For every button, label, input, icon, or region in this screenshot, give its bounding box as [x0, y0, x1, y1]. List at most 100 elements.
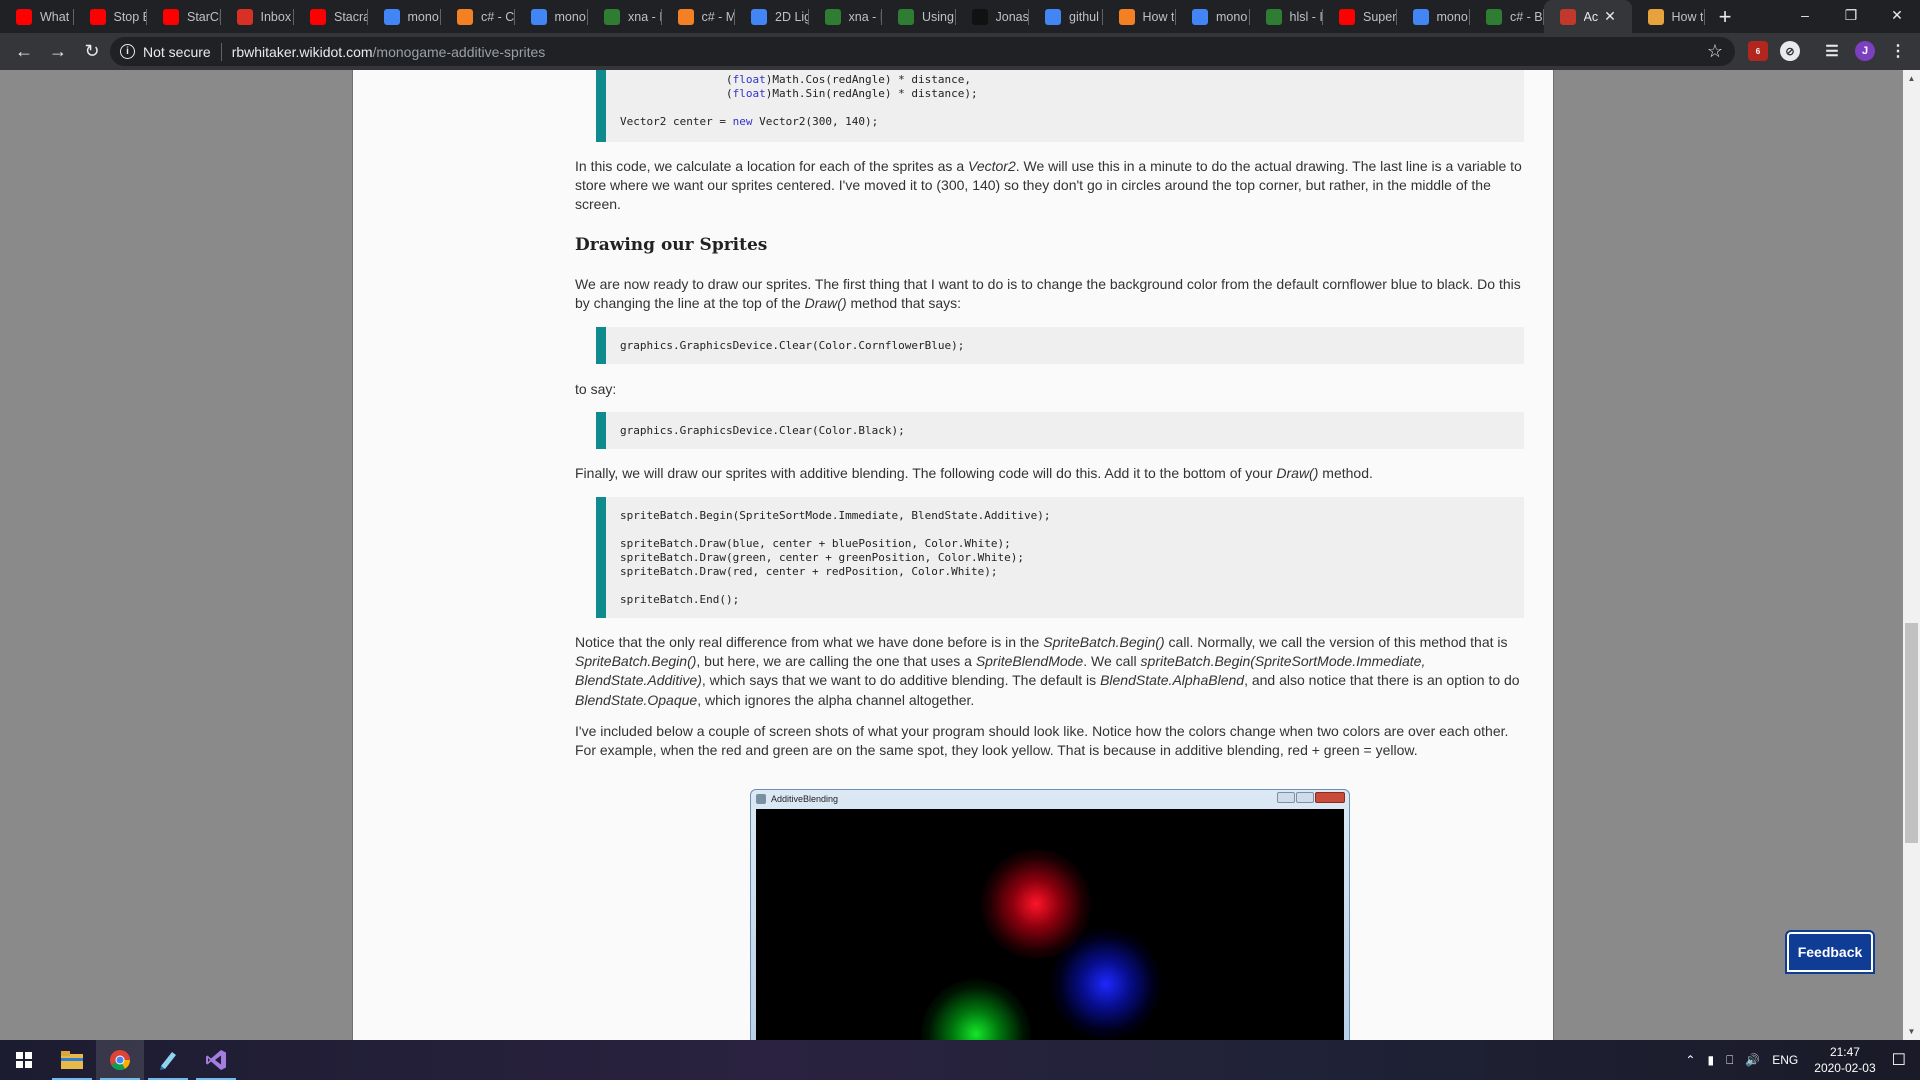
google-icon [751, 8, 767, 25]
app-icon [756, 794, 766, 804]
clock[interactable]: 21:47 2020-02-03 [1814, 1044, 1875, 1076]
tab-title: Using [922, 9, 954, 24]
network-icon[interactable]: ⎕ [1726, 1053, 1733, 1068]
tab-list: What Stop E StarCr Inbox Stacra mono c# - C mon… [0, 0, 1705, 33]
google-icon [1045, 8, 1061, 25]
browser-tab[interactable]: mono [1176, 0, 1250, 33]
info-icon[interactable]: i [120, 44, 135, 59]
tab-title: xna - I [628, 9, 662, 24]
close-icon[interactable]: ✕ [1874, 0, 1920, 30]
bookmark-star-icon[interactable]: ☆ [1707, 41, 1723, 62]
blocker-extension-icon[interactable]: ⊘ [1780, 41, 1800, 61]
tab-title: How t [1142, 9, 1175, 24]
stackoverflow-icon [457, 8, 473, 25]
paragraph-to-say: to say: [575, 381, 617, 397]
not-secure-label[interactable]: Not secure [143, 44, 211, 60]
game-close-icon [1315, 792, 1345, 803]
browser-tab[interactable]: Ac ✕ [1543, 0, 1632, 33]
github-icon [971, 8, 988, 25]
file-explorer-icon[interactable] [48, 1040, 96, 1080]
browser-tab[interactable]: githul [1029, 0, 1103, 33]
visual-studio-icon[interactable] [192, 1040, 240, 1080]
windows-start-icon[interactable] [0, 1040, 48, 1080]
browser-tab[interactable]: StarCr [147, 0, 221, 33]
gamedev-icon [604, 8, 620, 25]
feedback-button[interactable]: Feedback [1787, 932, 1873, 972]
game-minimize-icon [1277, 792, 1295, 803]
browser-tab[interactable]: c# - M [662, 0, 735, 33]
reload-icon[interactable]: ↻ [76, 36, 108, 68]
url-host[interactable]: rbwhitaker.wikidot.com [232, 44, 373, 60]
notepad-icon[interactable] [144, 1040, 192, 1080]
browser-tab[interactable]: Inbox [221, 0, 295, 33]
profile-avatar[interactable]: J [1855, 41, 1875, 61]
browser-tab[interactable]: How t [1103, 0, 1177, 33]
blue-sprite [1051, 929, 1161, 1039]
browser-tab[interactable]: hlsl - I [1250, 0, 1324, 33]
url-path[interactable]: /monogame-additive-sprites [373, 44, 546, 60]
scroll-down-arrow-icon[interactable]: ▼ [1903, 1023, 1920, 1040]
language-indicator[interactable]: ENG [1772, 1053, 1798, 1067]
browser-tab[interactable]: What [0, 0, 74, 33]
google-icon [1412, 8, 1429, 25]
browser-tab[interactable]: c# - C [441, 0, 515, 33]
page-icon [898, 8, 914, 25]
browser-tab[interactable]: c# - B [1470, 0, 1544, 33]
browser-tab[interactable]: Using [882, 0, 956, 33]
notification-center-icon[interactable]: ☐ [1892, 1050, 1906, 1070]
scroll-thumb[interactable] [1905, 623, 1918, 843]
address-bar[interactable]: i Not secure rbwhitaker.wikidot.com/mono… [110, 37, 1735, 66]
browser-tab[interactable]: Jonas [956, 0, 1030, 33]
youtube-icon [310, 8, 326, 25]
tab-title: What [40, 9, 70, 24]
show-hidden-icons-chevron-icon[interactable]: ⌃ [1685, 1053, 1695, 1067]
code-block-clear-black: graphics.GraphicsDevice.Clear(Color.Blac… [596, 412, 1524, 449]
page-scrollbar[interactable]: ▲ ▼ [1903, 70, 1920, 1040]
restore-icon[interactable]: ❐ [1828, 0, 1874, 30]
tab-title: c# - B [1510, 9, 1543, 24]
battery-icon[interactable]: ▮ [1707, 1053, 1714, 1067]
tab-title: mono [554, 9, 586, 24]
paragraph-background: We are now ready to draw our sprites. Th… [575, 276, 1521, 312]
new-tab-button[interactable]: + [1705, 0, 1745, 33]
page-viewport: (float)Math.Cos(redAngle) * distance, (f… [0, 70, 1920, 1040]
chrome-icon[interactable] [96, 1040, 144, 1080]
browser-tab[interactable]: Stop E [74, 0, 147, 33]
scroll-up-arrow-icon[interactable]: ▲ [1903, 70, 1920, 87]
tab-title: githul [1069, 9, 1099, 24]
youtube-icon [1339, 8, 1355, 25]
ublock-extension-icon[interactable]: 6 [1748, 41, 1768, 61]
tab-close-icon[interactable]: ✕ [1604, 8, 1616, 25]
browser-tab[interactable]: Stacra [294, 0, 368, 33]
forward-arrow-icon[interactable]: → [42, 36, 74, 68]
browser-tab[interactable]: mono [1397, 0, 1471, 33]
google-icon [1192, 8, 1208, 25]
green-sprite [921, 979, 1031, 1040]
browser-tab[interactable]: 2D Lig [735, 0, 809, 33]
stackoverflow-icon [677, 8, 694, 25]
youtube-icon [163, 8, 179, 25]
tab-title: StarCr [187, 9, 221, 24]
tab-title: mono [1216, 9, 1248, 24]
gamedev-icon [824, 8, 841, 25]
browser-tab[interactable]: mono [515, 0, 589, 33]
clock-time: 21:47 [1829, 1045, 1860, 1059]
media-control-icon[interactable]: ☰ [1822, 41, 1842, 61]
paragraph-spritebatch: Notice that the only real difference fro… [575, 634, 1520, 708]
browser-tab[interactable]: How t [1632, 0, 1706, 33]
back-arrow-icon[interactable]: ← [8, 36, 40, 68]
game-window-controls [1277, 792, 1345, 803]
gamedev-icon [1486, 8, 1502, 25]
menu-kebab-icon[interactable]: ⋮ [1888, 41, 1908, 61]
gmail-icon [236, 8, 253, 25]
browser-tab[interactable]: xna - I [588, 0, 662, 33]
volume-icon[interactable]: 🔊 [1745, 1053, 1760, 1067]
google-icon [530, 8, 547, 25]
tab-title: mono [407, 9, 439, 24]
browser-tab[interactable]: Super [1323, 0, 1397, 33]
game-window-title: AdditiveBlending [771, 794, 839, 804]
browser-tab[interactable]: mono [368, 0, 442, 33]
browser-tab[interactable]: xna - I [809, 0, 882, 33]
minimize-icon[interactable]: – [1782, 0, 1828, 30]
browser-toolbar: ← → ↻ i Not secure rbwhitaker.wikidot.co… [0, 33, 1920, 70]
